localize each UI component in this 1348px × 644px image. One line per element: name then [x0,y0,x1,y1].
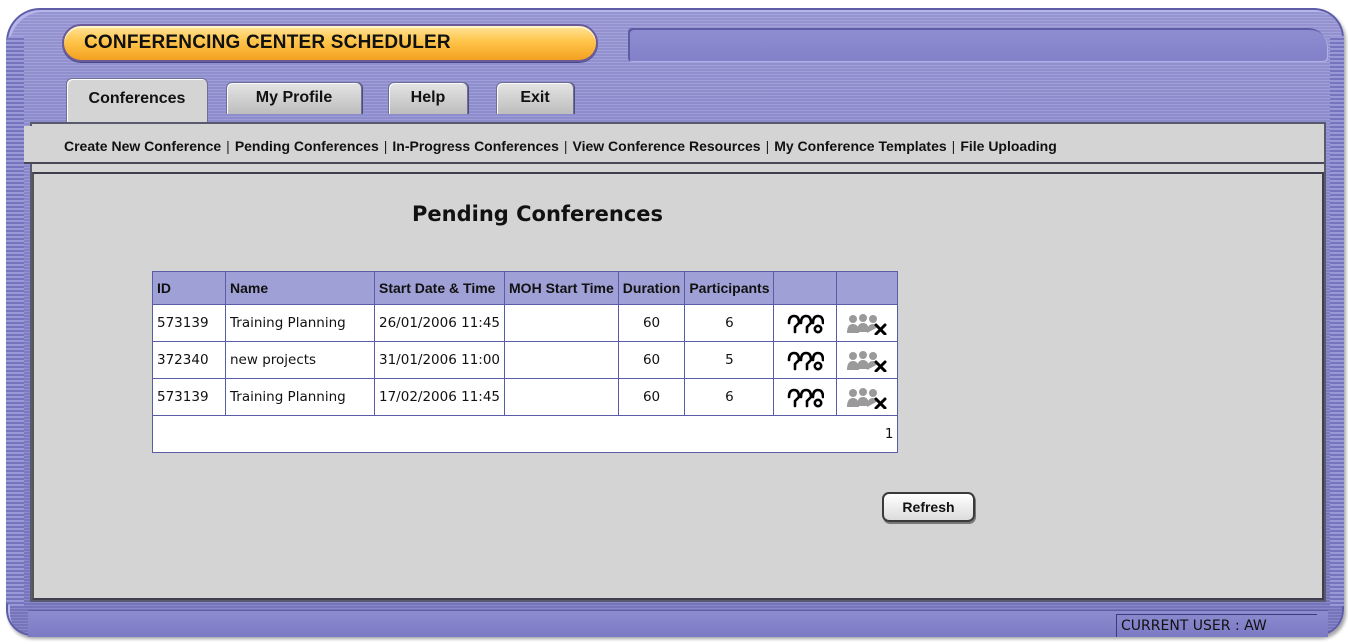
remove-participants-icon[interactable] [841,350,893,372]
cell-participants: 5 [684,341,775,379]
cell-moh [504,341,619,379]
subnav-file-uploading[interactable]: File Uploading [960,138,1056,154]
subnav-separator: | [383,138,388,154]
frame-right-rail [1330,36,1344,606]
cell-id: 372340 [152,341,226,379]
cell-duration: 60 [617,304,686,342]
cell-name: Training Planning [225,304,375,342]
cell-start: 17/02/2006 11:45 [373,378,506,416]
cell-name: Training Planning [225,378,375,416]
cell-id: 573139 [152,378,226,416]
table-row: 372340 new projects 31/01/2006 11:00 60 … [152,341,899,379]
cell-participants-action [773,341,838,379]
page-title: Pending Conferences [412,202,664,226]
subnav-separator: | [951,138,956,154]
cell-duration: 60 [617,341,686,379]
participants-icon[interactable] [778,313,832,335]
col-header-action-1 [773,271,838,305]
conference-subnav: Create New Conference | Pending Conference… [24,126,1324,164]
subnav-my-conference-templates[interactable]: My Conference Templates [774,138,946,154]
col-header-participants: Participants [684,271,775,305]
page-number[interactable]: 1 [885,426,894,442]
subnav-separator: | [226,138,230,154]
table-row: 573139 Training Planning 17/02/2006 11:4… [152,378,899,416]
subnav-separator: | [765,138,770,154]
cell-remove-action [836,304,899,342]
cell-participants: 6 [684,304,775,342]
cell-start: 31/01/2006 11:00 [373,341,506,379]
remove-participants-icon[interactable] [841,313,893,335]
current-user-status: CURRENT USER : AW [1116,614,1317,637]
col-header-action-2 [836,271,899,305]
app-title-bar: CONFERENCING CENTER SCHEDULER [62,24,598,62]
cell-name: new projects [225,341,375,379]
refresh-button[interactable]: Refresh [882,492,975,522]
participants-icon[interactable] [778,387,832,409]
subnav-in-progress-conferences[interactable]: In-Progress Conferences [392,138,559,154]
cell-moh [504,378,619,416]
tab-conferences[interactable]: Conferences [66,78,208,122]
frame-left-rail [6,36,24,606]
cell-id: 573139 [152,304,226,342]
subnav-view-conference-resources[interactable]: View Conference Resources [573,138,761,154]
tab-exit[interactable]: Exit [496,82,574,114]
col-header-start: Start Date & Time [373,271,506,305]
cell-remove-action [836,341,899,379]
pending-conferences-table: ID Name Start Date & Time MOH Start Time… [151,271,899,453]
subnav-separator: | [563,138,568,154]
title-bar-extension [628,28,1328,62]
tab-my-profile[interactable]: My Profile [226,82,362,114]
cell-participants-action [773,304,838,342]
cell-remove-action [836,378,899,416]
remove-participants-icon[interactable] [841,387,893,409]
participants-icon[interactable] [778,350,832,372]
pager: 1 [151,415,899,453]
pager-row: 1 [151,415,899,453]
subnav-create-new-conference[interactable]: Create New Conference [64,138,221,154]
cell-participants-action [773,378,838,416]
tab-help[interactable]: Help [388,82,468,114]
table-row: 573139 Training Planning 26/01/2006 11:4… [152,304,899,342]
col-header-duration: Duration [617,271,686,305]
app-title: CONFERENCING CENTER SCHEDULER [84,32,451,53]
cell-moh [504,304,619,342]
col-header-moh: MOH Start Time [504,271,619,305]
col-header-id: ID [152,271,226,305]
table-header-row: ID Name Start Date & Time MOH Start Time… [152,271,899,305]
cell-start: 26/01/2006 11:45 [373,304,506,342]
cell-duration: 60 [617,378,686,416]
col-header-name: Name [225,271,375,305]
cell-participants: 6 [684,378,775,416]
subnav-pending-conferences[interactable]: Pending Conferences [235,138,379,154]
